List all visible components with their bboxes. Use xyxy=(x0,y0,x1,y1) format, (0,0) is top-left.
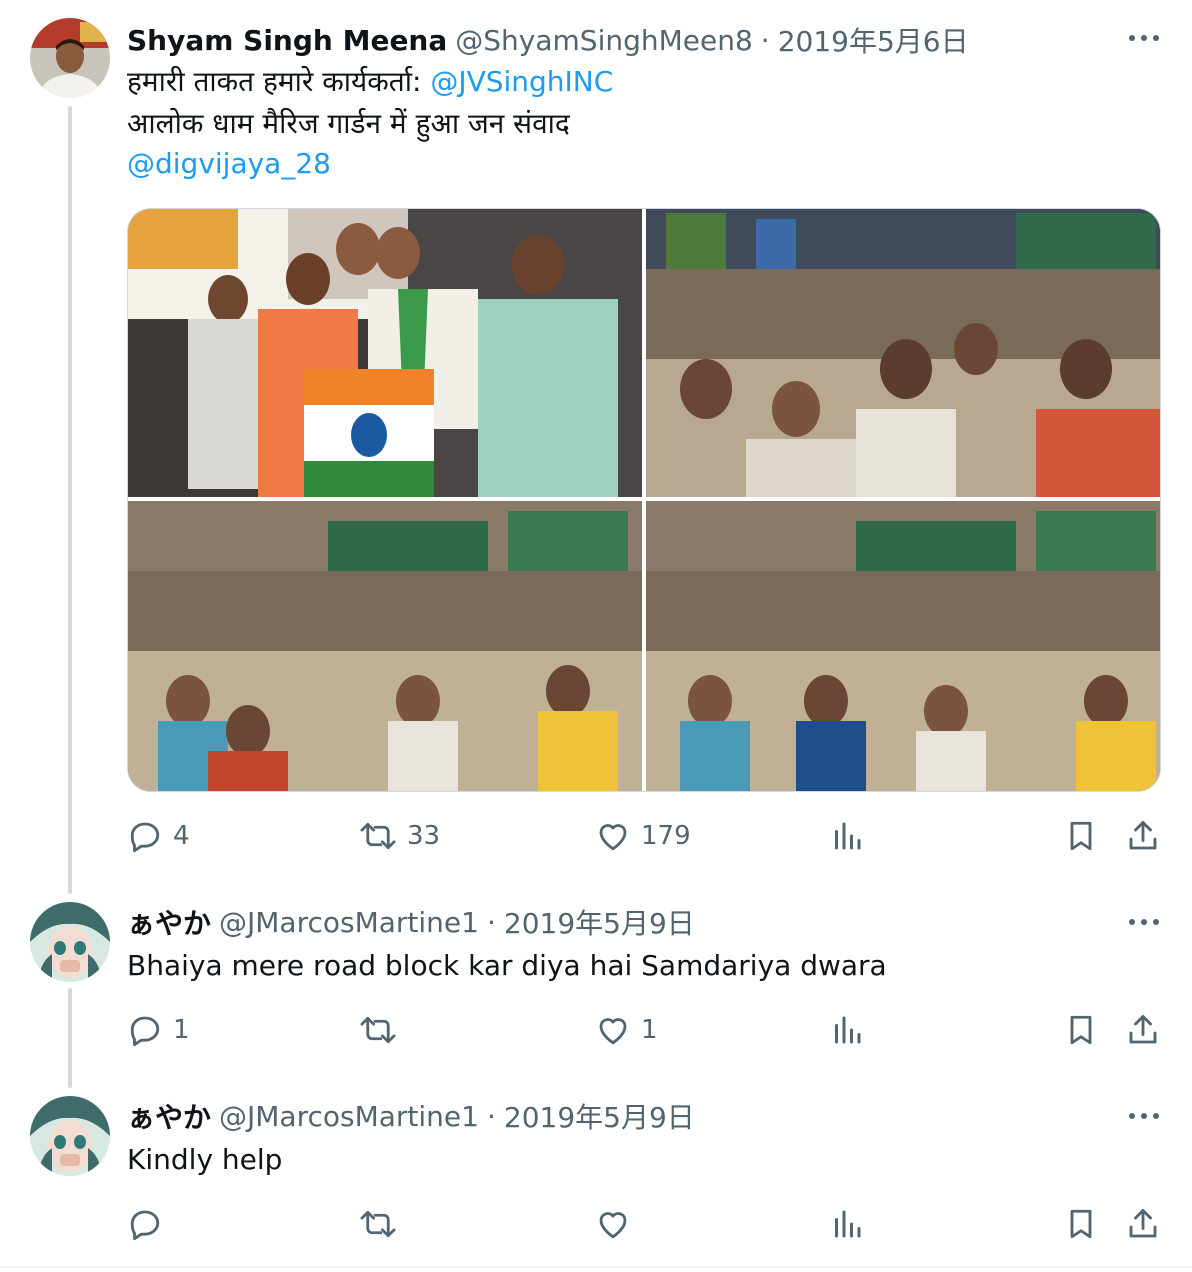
reply-count: 1 xyxy=(173,1015,190,1045)
views-icon xyxy=(835,1210,861,1238)
reply-author-name[interactable]: ぁやか xyxy=(127,1096,211,1136)
stage-speakers-photo[interactable] xyxy=(128,209,642,497)
retweet-count: 33 xyxy=(407,821,441,851)
like-icon xyxy=(599,824,627,851)
bookmark-icon xyxy=(1070,1209,1092,1239)
retweet-button[interactable] xyxy=(359,1010,397,1050)
tweet-line-1: हमारी ताकत हमारे कार्यकर्ता: @JVSinghINC xyxy=(127,62,613,102)
divider xyxy=(0,1266,1192,1268)
audience-left-photo[interactable] xyxy=(128,501,642,791)
author-avatar[interactable] xyxy=(30,18,110,98)
reply-avatar[interactable] xyxy=(30,1096,110,1176)
reply-icon xyxy=(130,1210,160,1241)
retweet-button[interactable] xyxy=(359,1204,397,1244)
bookmark-icon xyxy=(1070,1015,1092,1045)
mention-link[interactable]: @JVSinghINC xyxy=(430,65,613,98)
tweet-header: Shyam Singh Meena @ShyamSinghMeen8 · 201… xyxy=(127,18,969,62)
like-icon xyxy=(599,1212,627,1239)
header-separator: · xyxy=(486,905,496,939)
more-button[interactable] xyxy=(1124,18,1164,58)
reply-author-handle[interactable]: @JMarcosMartine1 xyxy=(219,1100,479,1133)
like-count: 179 xyxy=(641,821,691,851)
crowd-photo[interactable] xyxy=(646,209,1160,497)
bookmark-button[interactable] xyxy=(1063,1010,1099,1050)
more-icon xyxy=(1129,919,1159,925)
author-handle[interactable]: @ShyamSinghMeen8 xyxy=(455,24,753,57)
main-tweet[interactable]: Shyam Singh Meena @ShyamSinghMeen8 · 201… xyxy=(0,0,1192,890)
tweet-line-2: आलोक धाम मैरिज गार्डन में हुआ जन संवाद xyxy=(127,107,570,140)
audience-right-photo[interactable] xyxy=(646,501,1160,791)
reply-button[interactable]: 1 xyxy=(127,1010,190,1050)
views-icon xyxy=(835,822,861,850)
more-icon xyxy=(1129,35,1159,41)
reply-author-name[interactable]: ぁやか xyxy=(127,902,211,942)
reply-button[interactable]: 4 xyxy=(127,816,190,856)
bookmark-button[interactable] xyxy=(1063,816,1099,856)
reply-actions: 1 1 xyxy=(127,1010,1163,1050)
more-button[interactable] xyxy=(1124,1096,1164,1136)
reply-button[interactable] xyxy=(127,1204,163,1244)
reply-actions xyxy=(127,1204,1163,1244)
reply-icon xyxy=(130,1016,160,1047)
share-button[interactable] xyxy=(1125,816,1161,856)
share-button[interactable] xyxy=(1125,1010,1161,1050)
views-button[interactable] xyxy=(829,816,865,856)
author-name[interactable]: Shyam Singh Meena xyxy=(127,24,447,57)
retweet-icon xyxy=(360,1016,396,1044)
reply-tweet[interactable]: ぁやか @JMarcosMartine1 · 2019年5月9日 Bhaiya … xyxy=(0,890,1192,1086)
views-icon xyxy=(835,1016,861,1044)
reply-count: 4 xyxy=(173,821,190,851)
share-icon xyxy=(1129,1015,1157,1044)
mention-link[interactable]: @digvijaya_28 xyxy=(127,144,331,184)
tweet-actions: 4 33 179 xyxy=(127,816,1163,856)
retweet-icon xyxy=(360,822,396,850)
like-icon xyxy=(599,1018,627,1045)
reply-header: ぁやか @JMarcosMartine1 · 2019年5月9日 xyxy=(127,900,695,944)
reply-author-handle[interactable]: @JMarcosMartine1 xyxy=(219,906,479,939)
retweet-button[interactable]: 33 xyxy=(359,816,440,856)
reply-text: Kindly help xyxy=(127,1143,283,1176)
reply-icon xyxy=(130,822,160,853)
reply-header: ぁやか @JMarcosMartine1 · 2019年5月9日 xyxy=(127,1094,695,1138)
views-button[interactable] xyxy=(829,1204,865,1244)
reply-tweet[interactable]: ぁやか @JMarcosMartine1 · 2019年5月9日 Kindly … xyxy=(0,1084,1192,1264)
bookmark-button[interactable] xyxy=(1063,1204,1099,1244)
views-button[interactable] xyxy=(829,1010,865,1050)
header-separator: · xyxy=(486,1099,496,1133)
like-count: 1 xyxy=(641,1015,658,1045)
reply-avatar[interactable] xyxy=(30,902,110,982)
more-button[interactable] xyxy=(1124,902,1164,942)
share-icon xyxy=(1129,1209,1157,1238)
bookmark-icon xyxy=(1070,821,1092,851)
share-button[interactable] xyxy=(1125,1204,1161,1244)
like-button[interactable]: 179 xyxy=(595,816,691,856)
tweet-date[interactable]: 2019年5月6日 xyxy=(778,20,969,60)
header-separator: · xyxy=(760,23,770,57)
reply-date[interactable]: 2019年5月9日 xyxy=(504,1096,695,1136)
retweet-icon xyxy=(360,1210,396,1238)
like-button[interactable]: 1 xyxy=(595,1010,658,1050)
reply-text: Bhaiya mere road block kar diya hai Samd… xyxy=(127,949,887,982)
media-grid xyxy=(127,208,1161,792)
reply-date[interactable]: 2019年5月9日 xyxy=(504,902,695,942)
more-icon xyxy=(1129,1113,1159,1119)
share-icon xyxy=(1129,821,1157,850)
like-button[interactable] xyxy=(595,1204,631,1244)
tweet-text: हमारी ताकत हमारे कार्यकर्ता: xyxy=(127,65,431,98)
